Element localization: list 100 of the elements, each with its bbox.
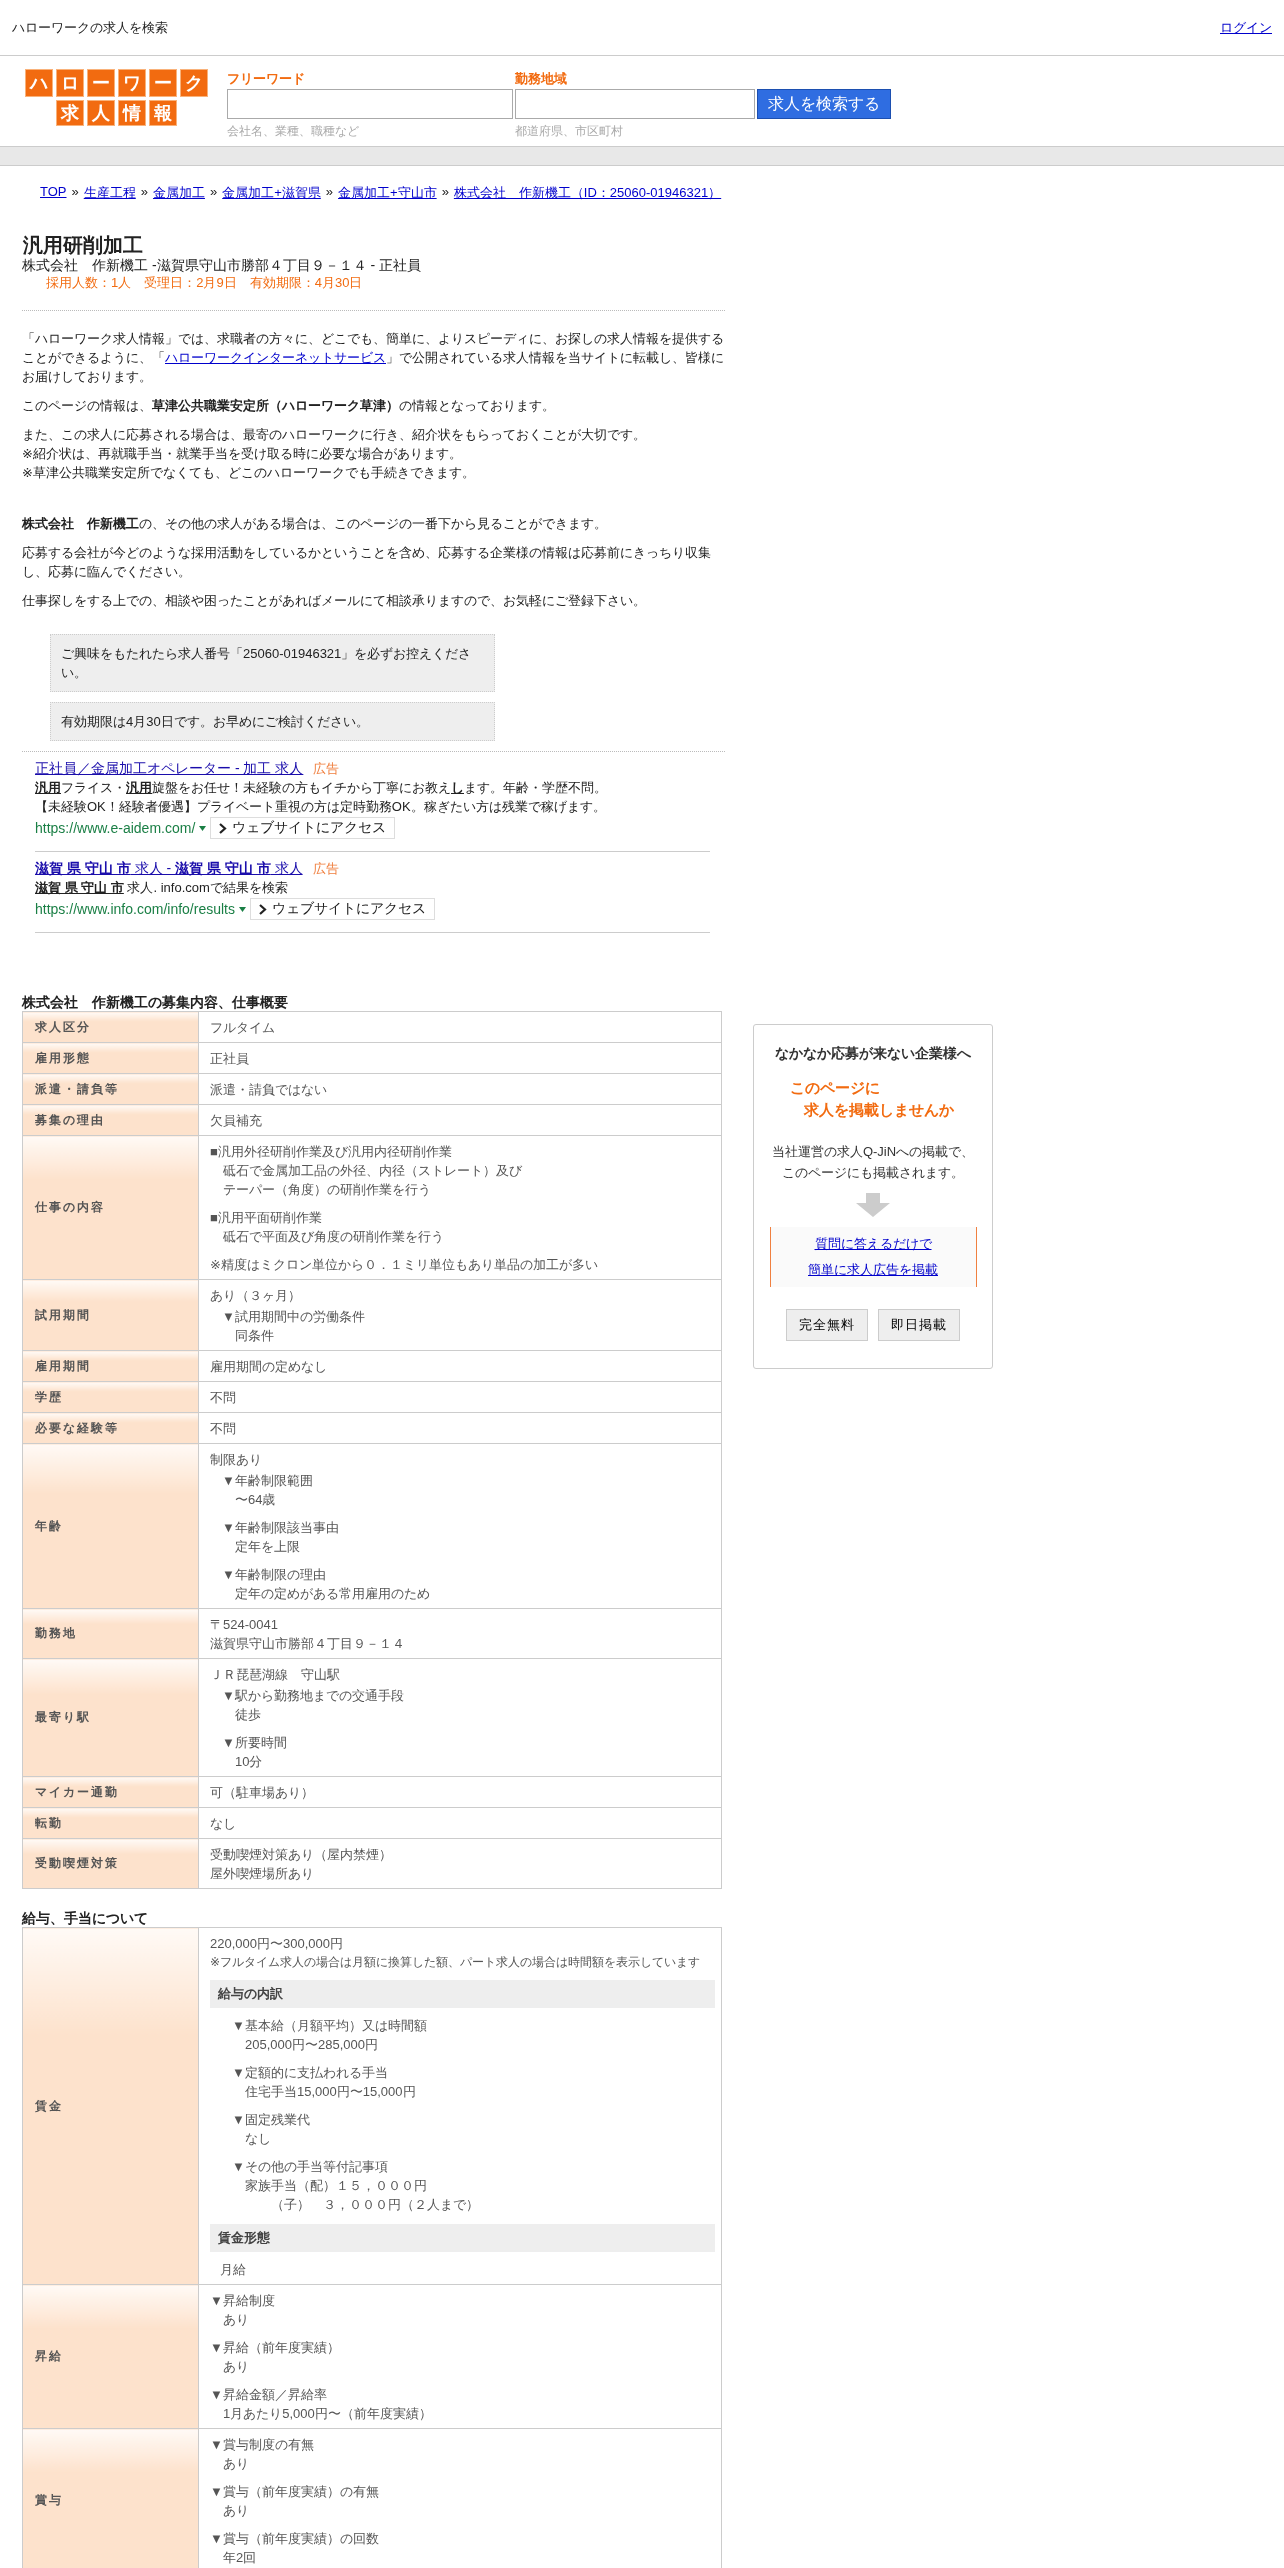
- cell-text: 派遣・請負ではない: [210, 1081, 328, 1099]
- notice: ご興味をもたれたら求人番号「25060-01946321」を必ずお控えください。: [50, 634, 495, 692]
- search-field[interactable]: [515, 89, 755, 119]
- job-title: 汎用研削加工: [23, 234, 144, 256]
- service-link[interactable]: ハローワークインターネットサービス: [165, 350, 386, 365]
- down-arrow-icon: [856, 1193, 890, 1217]
- intro-paragraph: 「ハローワーク求人情報」では、求職者の方々に、どこでも、簡単に、よりスピーディに、お探しの求人情報を提供することができるように、「ハローワークインターネットサービス」で公開されている求人情報を当サイトに転載し、皆様にお届けしております。: [22, 330, 725, 386]
- cell-text: ▼基本給（月額平均）又は時間額 205,000円〜285,000円: [231, 2017, 428, 2054]
- ad-text: 【未経験OK！経験者優遇】プライベート重視の方は定時勤務OK。稼ぎたい方は残業で稼げます。: [35, 798, 607, 816]
- breadcrumb-separator: »: [71, 184, 79, 201]
- promo-button[interactable]: 即日掲載: [878, 1309, 960, 1341]
- ad-title[interactable]: 滋賀 県 守山 市 求人 - 滋賀 県 守山 市 求人: [35, 860, 303, 876]
- cell-text: ※精度はミクロン単位から０．１ミリ単位もあり単品の加工が多い: [210, 1256, 599, 1274]
- row-label: 昇給: [22, 2284, 199, 2429]
- cell-text: ＪＲ琵琶湖線 守山駅: [210, 1666, 341, 1684]
- cell-text: ▼試用期間中の労働条件 同条件: [221, 1308, 366, 1345]
- cell-text: 制限あり: [210, 1451, 263, 1469]
- row-label: 学歴: [22, 1381, 199, 1413]
- cell-text: ▼昇給金額／昇給率 1月あたり5,000円〜（前年度実績）: [210, 2386, 433, 2423]
- row-label: 転勤: [22, 1807, 199, 1839]
- intro-paragraph: このページの情報は、草津公共職業安定所（ハローワーク草津）の情報となっております。: [22, 397, 556, 415]
- breadcrumb-link[interactable]: 金属加工+滋賀県: [222, 184, 321, 202]
- row-label: 賃金: [22, 1927, 199, 2285]
- breadcrumb-link[interactable]: 生産工程: [83, 184, 136, 202]
- promo-catchphrase: このページに 求人を掲載しませんか: [789, 1078, 954, 1120]
- field-hint: 会社名、業種、職種など: [227, 123, 360, 140]
- promo-link[interactable]: 簡単に求人広告を掲載: [808, 1261, 938, 1279]
- ad-label: 広告: [312, 861, 339, 876]
- job-subtitle: 株式会社 作新機工 -滋賀県守山市勝部４丁目９－１４ - 正社員: [22, 256, 422, 274]
- field-label: フリーワード: [227, 70, 306, 88]
- logo-line: ハローワーク: [24, 69, 208, 97]
- row-label: 最寄り駅: [22, 1658, 199, 1777]
- cell-text: ▼昇給（前年度実績） あり: [210, 2339, 341, 2376]
- row-label: 仕事の内容: [22, 1135, 199, 1280]
- cell-text: 〒524-0041 滋賀県守山市勝部４丁目９－１４: [210, 1616, 406, 1653]
- cell-text: ▼固定残業代 なし: [231, 2111, 311, 2148]
- job-meta: 採用人数：1人 受理日：2月9日 有効期限：4月30日: [45, 274, 364, 292]
- ad-url: https://www.e-aidem.com/: [35, 820, 196, 836]
- visit-website-button[interactable]: ウェブサイトにアクセス: [210, 817, 396, 839]
- chevron-icon: [219, 822, 228, 834]
- ad-label: 広告: [313, 761, 340, 776]
- promo-button[interactable]: 完全無料: [786, 1309, 868, 1341]
- visit-website-button[interactable]: ウェブサイトにアクセス: [249, 898, 435, 920]
- cell-text: ▼定額的に支払われる手当 住宅手当15,000円〜15,000円: [231, 2064, 417, 2101]
- intro-paragraph: また、この求人に応募される場合は、最寄のハローワークに行き、紹介状をもらっておくことが大切です。 ※紹介状は、再就職手当・就業手当を受け取る時に必要な場合があります。 ※草津公共職業安定所でなくても、どこのハローワークでも手続きできます。: [22, 426, 647, 482]
- cell-text: ▼賞与（前年度実績）の有無 あり: [210, 2483, 380, 2520]
- breadcrumb-separator: »: [441, 184, 449, 201]
- row-label: 雇用形態: [22, 1042, 199, 1074]
- cell-text: ▼賞与（前年度実績）の回数 年2回: [210, 2530, 380, 2567]
- breadcrumb-link[interactable]: 金属加工+守山市: [338, 184, 437, 202]
- breadcrumb-separator: »: [140, 184, 148, 201]
- login-link[interactable]: ログイン: [1220, 18, 1272, 37]
- cell-text: 受動喫煙対策あり（屋内禁煙） 屋外喫煙場所あり: [210, 1846, 393, 1883]
- cell-text: フルタイム: [210, 1019, 276, 1037]
- field-hint: 都道府県、市区町村: [515, 123, 624, 140]
- cell-text: 雇用期間の定めなし: [210, 1358, 328, 1376]
- row-label: 試用期間: [22, 1279, 199, 1351]
- search-button[interactable]: 求人を検索する: [757, 89, 891, 119]
- row-label: 受動喫煙対策: [22, 1838, 199, 1889]
- row-label: 年齢: [22, 1443, 199, 1609]
- promo-description: 当社運営の求人Q-JiNへの掲載で、 このページにも掲載されます。: [771, 1143, 975, 1182]
- field-label: 勤務地域: [515, 70, 568, 88]
- cell-text: 欠員補充: [210, 1112, 263, 1130]
- promo-link[interactable]: 質問に答えるだけで: [814, 1235, 932, 1253]
- section-title: 給与、手当について: [22, 1909, 149, 1927]
- section-title: 株式会社 作新機工の募集内容、仕事概要: [22, 993, 289, 1011]
- section-heading: 給与の内訳: [210, 1980, 715, 2008]
- ad-url: https://www.info.com/info/results: [35, 901, 235, 917]
- cell-text: 220,000円〜300,000円: [210, 1935, 344, 1953]
- dropdown-icon[interactable]: [238, 906, 246, 912]
- ad-text: 滋賀 県 守山 市 求人. info.comで結果を検索: [35, 879, 289, 897]
- cell-text: あり（３ヶ月）: [210, 1287, 302, 1305]
- row-label: マイカー通勤: [22, 1776, 199, 1808]
- cell-text: ▼賞与制度の有無 あり: [210, 2436, 315, 2473]
- cell-text: なし: [210, 1815, 237, 1833]
- row-label: 勤務地: [22, 1608, 199, 1659]
- row-label: 必要な経験等: [22, 1412, 199, 1444]
- cell-text: ▼所要時間 10分: [221, 1734, 288, 1771]
- cell-text: ▼昇給制度 あり: [210, 2292, 276, 2329]
- cell-text: 不問: [210, 1420, 237, 1438]
- promo-title: なかなか応募が来ない企業様へ: [775, 1045, 971, 1063]
- note-text: ※フルタイム求人の場合は月額に換算した額、パート求人の場合は時間額を表示しています: [210, 1955, 702, 1970]
- cell-text: 月給: [219, 2261, 247, 2279]
- search-field[interactable]: [227, 89, 513, 119]
- cell-text: ▼年齢制限範囲 〜64歳: [221, 1472, 314, 1509]
- row-label: 雇用期間: [22, 1350, 199, 1382]
- breadcrumb-link[interactable]: TOP: [40, 184, 67, 202]
- section-heading: 賃金形態: [210, 2224, 715, 2252]
- dropdown-icon[interactable]: [199, 825, 207, 831]
- cell-text: ▼年齢制限該当事由 定年を上限: [221, 1519, 340, 1556]
- cell-text: ▼年齢制限の理由 定年の定めがある常用雇用のため: [221, 1566, 431, 1603]
- breadcrumb-link[interactable]: 株式会社 作新機工（ID：25060-01946321）: [453, 184, 722, 202]
- cell-text: ■汎用外径研削作業及び汎用内径研削作業 砥石で金属加工品の外径、内径（ストレート）及び テーパー（角度）の研削作業を行う: [210, 1143, 523, 1199]
- ad-title[interactable]: 正社員／金属加工オペレーター - 加工 求人: [35, 760, 304, 776]
- breadcrumb-link[interactable]: 金属加工: [152, 184, 205, 202]
- chevron-icon: [258, 903, 267, 915]
- cell-text: ■汎用平面研削作業 砥石で平面及び角度の研削作業を行う: [210, 1209, 445, 1246]
- logo-line: 求人情報: [55, 100, 177, 126]
- cell-text: 正社員: [210, 1050, 250, 1068]
- cell-text: ▼その他の手当等付記事項 家族手当（配）１５，０００円 （子） ３，０００円（２人まで）: [231, 2158, 480, 2214]
